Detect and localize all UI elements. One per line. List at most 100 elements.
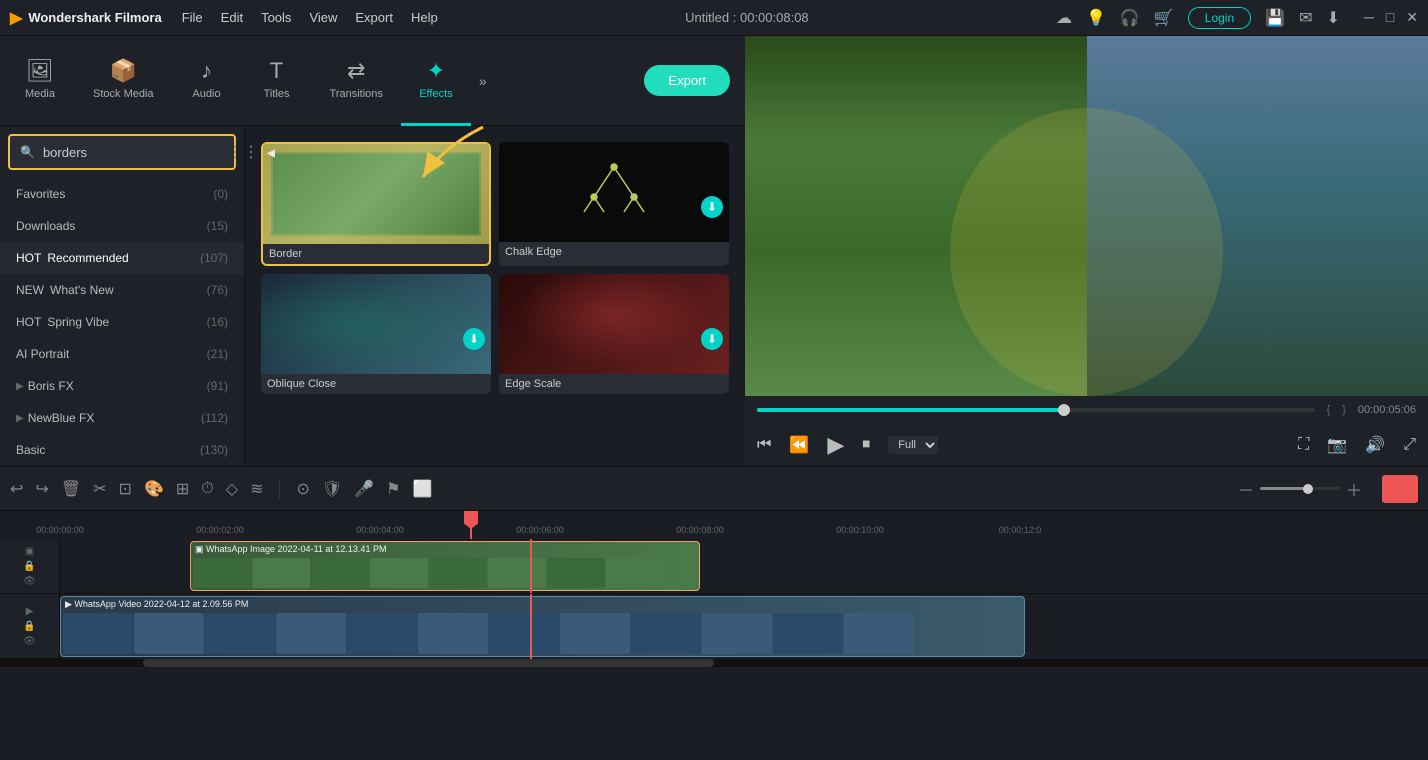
zoom-fill <box>1260 487 1308 490</box>
shield-icon[interactable]: 🛡 <box>322 479 342 499</box>
effect-card-border[interactable]: ◀ Border <box>261 142 491 266</box>
cart-icon[interactable]: 🛒 <box>1154 8 1174 28</box>
category-ai-portrait[interactable]: AI Portrait (21) <box>0 338 244 370</box>
close-button[interactable]: ✕ <box>1406 9 1418 26</box>
undo-icon[interactable]: ↩ <box>10 479 23 499</box>
go-start-button[interactable]: ⏮ <box>757 436 771 454</box>
effects-icon: ✦ <box>427 58 445 84</box>
more-options-icon[interactable]: ⤢ <box>1403 436 1416 454</box>
login-button[interactable]: Login <box>1188 7 1251 29</box>
edge-scale-download-button[interactable]: ⬇ <box>701 328 723 350</box>
audio-icon: ♪ <box>201 58 212 84</box>
preview-controls: { } 00:00:05:06 <box>745 396 1428 424</box>
menu-tools[interactable]: Tools <box>261 10 291 25</box>
tool-audio[interactable]: ♪ Audio <box>172 36 242 126</box>
ruler-time-0: 00:00:00:00 <box>36 525 84 535</box>
screenshot-icon[interactable]: 📷 <box>1327 435 1347 455</box>
tool-stock[interactable]: 📦 Stock Media <box>75 36 172 126</box>
flag-icon[interactable]: ⚑ <box>386 479 400 499</box>
menu-view[interactable]: View <box>309 10 337 25</box>
menu-bar: File Edit Tools View Export Help <box>182 10 438 25</box>
crop-icon[interactable]: ⊡ <box>119 479 132 499</box>
maximize-button[interactable]: □ <box>1386 9 1394 26</box>
effect-card-oblique-close[interactable]: ⬇ Oblique Close <box>261 274 491 394</box>
zoom-in-icon[interactable]: ＋ <box>1346 477 1362 501</box>
cloud-icon[interactable]: ☁ <box>1056 8 1072 28</box>
menu-file[interactable]: File <box>182 10 203 25</box>
tool-titles[interactable]: T Titles <box>242 36 312 126</box>
horizontal-scrollbar[interactable] <box>0 659 1428 667</box>
image-clip[interactable]: ▣ WhatsApp Image 2022-04-11 at 12.13.41 … <box>190 541 700 591</box>
volume-icon[interactable]: 🔊 <box>1365 435 1385 455</box>
zoom-out-icon[interactable]: － <box>1238 477 1254 501</box>
play-pause-button[interactable]: ▶ <box>827 432 844 458</box>
track-1-lock[interactable]: 🔒 <box>23 621 35 632</box>
menu-edit[interactable]: Edit <box>221 10 243 25</box>
search-input[interactable] <box>43 145 219 160</box>
timer-icon[interactable]: ⏱ <box>201 480 213 498</box>
redo-icon[interactable]: ↪ <box>35 479 48 499</box>
quality-selector[interactable]: Full <box>888 436 938 454</box>
category-downloads[interactable]: Downloads (15) <box>0 210 244 242</box>
preview-progress-slider[interactable] <box>757 408 1315 412</box>
fullscreen-icon[interactable]: ⛶ <box>1298 436 1309 454</box>
track-2-lock[interactable]: 🔒 <box>23 561 35 572</box>
tool-transitions[interactable]: ⇄ Transitions <box>312 36 401 126</box>
tool-stock-label: Stock Media <box>93 88 154 100</box>
track-label-1: ▶ 🔒 👁 <box>0 594 60 658</box>
step-back-button[interactable]: ⏪ <box>789 435 809 455</box>
video-clip[interactable]: ▶ WhatsApp Video 2022-04-12 at 2.09.56 P… <box>60 596 1025 657</box>
project-title: Untitled : 00:00:08:08 <box>438 10 1056 25</box>
category-whats-new[interactable]: NEW What's New (76) <box>0 274 244 306</box>
mic-icon[interactable]: 🎤 <box>354 479 374 499</box>
category-newblue-fx[interactable]: ▶ NewBlue FX (112) <box>0 402 244 434</box>
effect-card-edge-scale[interactable]: ⬇ Edge Scale <box>499 274 729 394</box>
audio-clip-icon[interactable]: ≋ <box>250 479 263 499</box>
scrollbar-thumb[interactable] <box>143 659 714 667</box>
category-basic[interactable]: Basic (130) <box>0 434 244 466</box>
effects-content-grid: ◀ Border <box>245 126 745 466</box>
download-icon[interactable]: ⬇ <box>1326 8 1339 28</box>
effect-card-chalk-edge[interactable]: ⬇ Chalk Edge <box>499 142 729 266</box>
mail-icon[interactable]: ✉ <box>1299 8 1312 28</box>
video-clip-label: ▶ WhatsApp Video 2022-04-12 at 2.09.56 P… <box>65 599 248 610</box>
app-name: Wondershark Filmora <box>28 10 161 25</box>
minimize-button[interactable]: ─ <box>1364 9 1374 26</box>
progress-thumb <box>1058 404 1070 416</box>
toolbar-separator <box>279 479 280 499</box>
chalk-edge-download-button[interactable]: ⬇ <box>701 196 723 218</box>
color-swatch <box>1382 475 1418 503</box>
delete-icon[interactable]: 🗑 <box>61 479 81 499</box>
preview-video <box>745 36 1428 396</box>
bulb-icon[interactable]: 💡 <box>1086 8 1106 28</box>
toolbar-expand-icon[interactable]: » <box>471 73 495 89</box>
category-spring-vibe[interactable]: HOT Spring Vibe (16) <box>0 306 244 338</box>
save-icon[interactable]: 💾 <box>1265 8 1285 28</box>
cut-icon[interactable]: ✂ <box>93 479 106 499</box>
headphone-icon[interactable]: 🎧 <box>1120 8 1140 28</box>
zoom-slider[interactable] <box>1260 487 1340 490</box>
tool-media[interactable]: 🖼 Media <box>5 36 75 126</box>
snap-icon[interactable]: ⊙ <box>296 479 309 499</box>
camera-frame-icon[interactable]: ⬜ <box>412 479 432 499</box>
tool-effects[interactable]: ✦ Effects <box>401 36 471 126</box>
menu-export[interactable]: Export <box>355 10 393 25</box>
track-2-eye[interactable]: 👁 <box>23 576 36 587</box>
category-recommended[interactable]: HOT Recommended (107) <box>0 242 244 274</box>
transform-icon[interactable]: ⊞ <box>176 479 189 499</box>
track-label-2: ▣ 🔒 👁 <box>0 539 60 593</box>
oblique-close-download-button[interactable]: ⬇ <box>463 328 485 350</box>
effects-panel: 🔍 ⋮⋮⋮ Favorites (0) Downloads (15) <box>0 126 745 466</box>
logo-icon: ▶ <box>10 8 22 28</box>
ruler-time-8: 00:00:08:00 <box>676 525 724 535</box>
transitions-icon: ⇄ <box>347 58 365 84</box>
category-favorites[interactable]: Favorites (0) <box>0 178 244 210</box>
keyframe-icon[interactable]: ◇ <box>226 479 238 499</box>
stop-button[interactable]: ⏹ <box>862 436 870 454</box>
menu-help[interactable]: Help <box>411 10 438 25</box>
track-1-eye[interactable]: 👁 <box>23 636 36 647</box>
export-button[interactable]: Export <box>644 65 730 96</box>
ruler-time-12: 00:00:12:0 <box>999 525 1042 535</box>
color-icon[interactable]: 🎨 <box>144 479 164 499</box>
category-boris-fx[interactable]: ▶ Boris FX (91) <box>0 370 244 402</box>
